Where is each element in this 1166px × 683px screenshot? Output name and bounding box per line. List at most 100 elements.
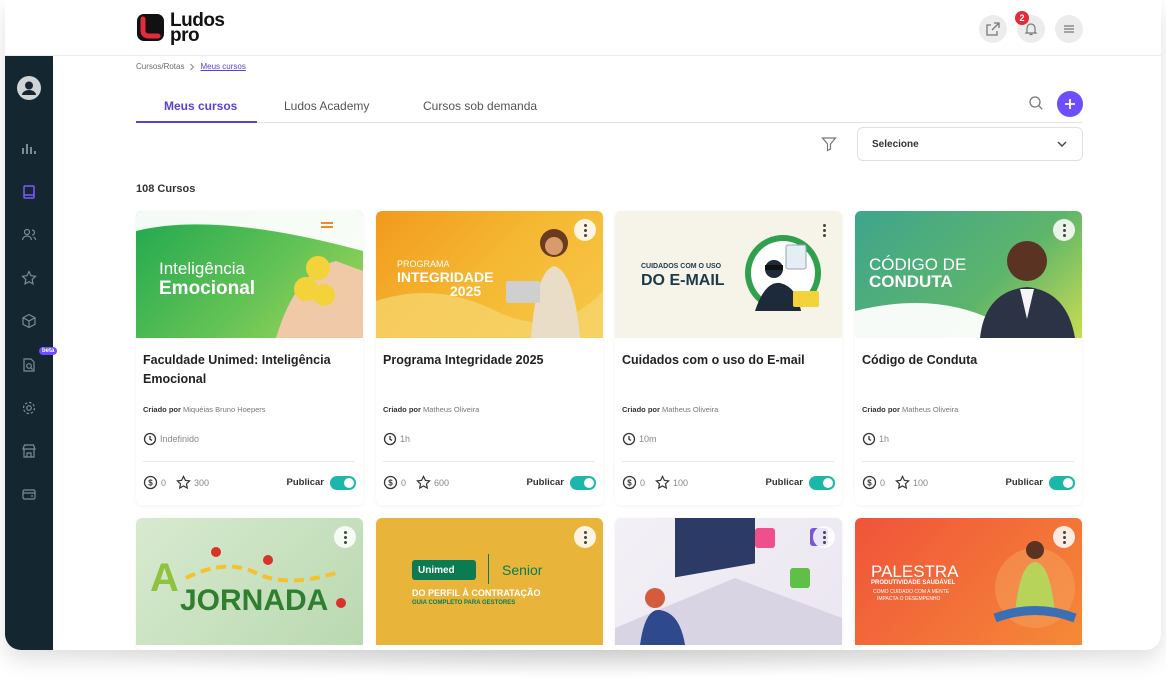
filter-button[interactable] xyxy=(821,136,837,157)
course-points: 600 xyxy=(416,475,449,490)
svg-text:$: $ xyxy=(627,478,632,487)
course-title[interactable]: Cuidados com o uso do E-mail xyxy=(622,351,834,370)
publish-control: Publicar xyxy=(286,475,356,490)
gear-icon xyxy=(22,401,36,415)
card-divider xyxy=(383,461,595,462)
course-footer: $ 0 100 Publicar xyxy=(622,475,835,490)
breadcrumb-current[interactable]: Meus cursos xyxy=(200,62,245,71)
sidebar-item-store[interactable] xyxy=(17,439,41,463)
course-price: $ 0 xyxy=(622,475,645,490)
search-button[interactable] xyxy=(1028,95,1044,116)
notification-count-badge: 2 xyxy=(1015,11,1029,25)
star-icon xyxy=(21,270,37,286)
sidebar-item-packages[interactable] xyxy=(17,309,41,333)
coin-icon: $ xyxy=(862,475,877,490)
clock-icon xyxy=(143,432,157,446)
topbar: Ludos pro 2 xyxy=(5,0,1161,56)
breadcrumb-root[interactable]: Cursos/Rotas xyxy=(136,62,184,71)
external-link-button[interactable] xyxy=(979,15,1007,43)
course-cover-image: A JORNADA xyxy=(136,518,363,645)
publish-toggle[interactable] xyxy=(1049,475,1075,490)
publish-toggle[interactable] xyxy=(570,475,596,490)
course-footer: $ 0 600 Publicar xyxy=(383,475,596,490)
notifications-button[interactable]: 2 xyxy=(1015,11,1045,43)
sidebar-item-settings[interactable] xyxy=(17,396,41,420)
card-options-button[interactable] xyxy=(813,526,835,548)
card-options-button[interactable] xyxy=(574,526,596,548)
sidebar-item-wallet[interactable] xyxy=(17,482,41,506)
sidebar-item-beta-search[interactable]: beta xyxy=(17,347,58,377)
tab-cursos-sob-demanda[interactable]: Cursos sob demanda xyxy=(423,99,537,113)
chevron-down-icon xyxy=(1057,141,1067,147)
add-course-button[interactable] xyxy=(1057,91,1083,117)
publish-label: Publicar xyxy=(286,477,325,488)
course-card[interactable]: CÓDIGO DE CONDUTA Código de Conduta Cria… xyxy=(855,211,1082,505)
card-options-button[interactable] xyxy=(1053,219,1075,241)
clock-icon xyxy=(622,432,636,446)
course-card[interactable] xyxy=(615,518,842,650)
sidebar-item-dashboard[interactable] xyxy=(17,136,41,160)
course-cover-image xyxy=(615,518,842,645)
course-cover-image: Unimed Senior DO PERFIL À CONTRATAÇÃO GU… xyxy=(376,518,603,645)
course-duration: 10m xyxy=(622,432,657,446)
course-footer: $ 0 300 Publicar xyxy=(143,475,356,490)
wallet-icon xyxy=(22,489,36,500)
course-cover-image: CÓDIGO DE CONDUTA xyxy=(855,211,1082,338)
course-card[interactable]: Unimed Senior DO PERFIL À CONTRATAÇÃO GU… xyxy=(376,518,603,650)
breadcrumb: Cursos/Rotas Meus cursos xyxy=(136,62,246,71)
book-icon xyxy=(23,185,35,199)
course-cover-image: PALESTRA PRODUTIVIDADE SAUDÁVEL COMO CUI… xyxy=(855,518,1082,645)
card-divider xyxy=(862,461,1074,462)
course-card[interactable]: Inteligência Emocional Faculdade Unimed:… xyxy=(136,211,363,505)
course-card[interactable]: PROGRAMA INTEGRIDADE 2025 Programa Integ… xyxy=(376,211,603,505)
card-options-button[interactable] xyxy=(334,526,356,548)
logo-separator xyxy=(488,554,489,584)
course-author: Criado por Matheus Oliveira xyxy=(383,405,480,414)
filter-icon xyxy=(821,137,837,152)
publish-control: Publicar xyxy=(1006,475,1075,490)
chevron-right-icon xyxy=(190,63,195,70)
sidebar-avatar[interactable] xyxy=(17,76,41,100)
course-cover-image: CUIDADOS COM O USO DO E-MAIL xyxy=(615,211,842,338)
menu-button[interactable] xyxy=(1055,15,1083,43)
course-count: 108 Cursos xyxy=(136,183,196,195)
star-icon xyxy=(895,475,910,490)
coin-icon: $ xyxy=(383,475,398,490)
course-card[interactable]: CUIDADOS COM O USO DO E-MAIL Cuidados co… xyxy=(615,211,842,505)
tab-meus-cursos[interactable]: Meus cursos xyxy=(164,99,237,113)
app-window: Ludos pro 2 beta Cursos/Rotas Meus curso… xyxy=(5,0,1161,650)
sidebar-item-users[interactable] xyxy=(17,223,41,247)
card-divider xyxy=(622,461,834,462)
tab-ludos-academy[interactable]: Ludos Academy xyxy=(284,99,369,113)
cover-title-line: Emocional xyxy=(159,278,256,299)
cover-title-line: PALESTRA xyxy=(871,562,959,581)
card-options-button[interactable] xyxy=(813,219,835,241)
sidebar-item-courses[interactable] xyxy=(17,180,41,204)
course-title[interactable]: Código de Conduta xyxy=(862,351,1074,370)
course-card[interactable]: PALESTRA PRODUTIVIDADE SAUDÁVEL COMO CUI… xyxy=(855,518,1082,650)
brand-logo[interactable]: Ludos pro xyxy=(136,10,225,46)
course-cover-image: PROGRAMA INTEGRIDADE 2025 xyxy=(376,211,603,338)
course-card[interactable]: A JORNADA xyxy=(136,518,363,650)
course-title[interactable]: Programa Integridade 2025 xyxy=(383,351,595,370)
sidebar: beta xyxy=(5,56,58,650)
card-options-button[interactable] xyxy=(1053,526,1075,548)
svg-text:$: $ xyxy=(148,478,153,487)
publish-toggle[interactable] xyxy=(330,475,356,490)
users-icon xyxy=(21,228,37,241)
publish-toggle[interactable] xyxy=(809,475,835,490)
filter-select[interactable]: Selecione xyxy=(857,127,1083,161)
course-points: 100 xyxy=(895,475,928,490)
cover-title-line: JORNADA xyxy=(180,584,329,617)
brand-name: Ludos pro xyxy=(170,10,225,46)
course-points: 100 xyxy=(655,475,688,490)
filter-select-value: Selecione xyxy=(872,138,919,150)
frame-shadow xyxy=(20,648,1146,678)
sidebar-item-favorites[interactable] xyxy=(17,266,41,290)
card-divider xyxy=(143,461,355,462)
card-options-button[interactable] xyxy=(574,219,596,241)
cover-title-line: A xyxy=(150,556,179,600)
beta-badge: beta xyxy=(39,347,58,355)
cover-title-line: Senior xyxy=(502,562,543,578)
course-title[interactable]: Faculdade Unimed: Inteligência Emocional xyxy=(143,351,355,389)
